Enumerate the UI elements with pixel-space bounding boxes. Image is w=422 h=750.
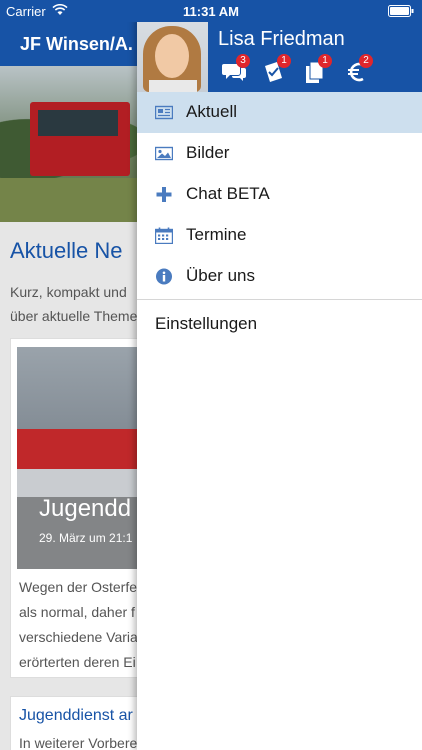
menu-item-aktuell[interactable]: Aktuell bbox=[137, 92, 422, 133]
euro-badge: 2 bbox=[359, 54, 373, 68]
tasks-icon[interactable]: 1 bbox=[262, 54, 291, 84]
section-title: Aktuelle Ne bbox=[10, 238, 123, 263]
avatar[interactable] bbox=[137, 22, 208, 92]
drawer-menu: Aktuell Bilder Chat BETA Termine Über un… bbox=[137, 92, 422, 348]
news-card-date: 29. März um 21:1 bbox=[39, 531, 133, 545]
battery-icon bbox=[388, 5, 414, 17]
chat-badge: 3 bbox=[236, 54, 250, 68]
news-card-title: Jugendd bbox=[39, 495, 132, 522]
menu-item-label: Termine bbox=[186, 225, 247, 244]
news-card-text: Wegen der Osterfe als normal, daher f ve… bbox=[19, 579, 138, 670]
menu-item-ueber-uns[interactable]: Über uns bbox=[137, 256, 422, 297]
euro-icon[interactable]: 2 bbox=[344, 54, 373, 84]
drawer-header: Lisa Friedman 3 1 1 2 bbox=[137, 22, 422, 92]
menu-item-label: Bilder bbox=[186, 143, 230, 162]
menu-item-label: Über uns bbox=[186, 266, 255, 285]
tasks-badge: 1 bbox=[277, 54, 291, 68]
news-card-2-title: Jugenddienst ar bbox=[19, 707, 133, 724]
menu-item-chat[interactable]: Chat BETA bbox=[137, 174, 422, 215]
calendar-icon bbox=[154, 227, 174, 245]
newspaper-icon bbox=[154, 104, 174, 121]
clock: 11:31 AM bbox=[183, 4, 239, 19]
info-icon bbox=[155, 268, 173, 285]
plus-icon bbox=[155, 186, 173, 203]
user-name[interactable]: Lisa Friedman bbox=[218, 28, 345, 51]
menu-item-label: Chat BETA bbox=[186, 184, 270, 203]
documents-badge: 1 bbox=[318, 54, 332, 68]
menu-item-label: Aktuell bbox=[186, 102, 238, 121]
intro-text: Kurz, kompakt und über aktuelle Theme bbox=[10, 284, 138, 324]
settings-item[interactable]: Einstellungen bbox=[137, 300, 422, 348]
news-card-2-text: In weiterer Vorbere bbox=[19, 735, 138, 750]
chat-bubbles-icon[interactable]: 3 bbox=[221, 54, 250, 84]
navigation-drawer: Lisa Friedman 3 1 1 2 Aktuell Bilder Cha… bbox=[137, 0, 422, 750]
documents-icon[interactable]: 1 bbox=[303, 54, 332, 84]
menu-item-bilder[interactable]: Bilder bbox=[137, 133, 422, 174]
image-icon bbox=[154, 145, 174, 162]
status-bar: Carrier 11:31 AM bbox=[0, 0, 422, 22]
menu-item-termine[interactable]: Termine bbox=[137, 215, 422, 256]
